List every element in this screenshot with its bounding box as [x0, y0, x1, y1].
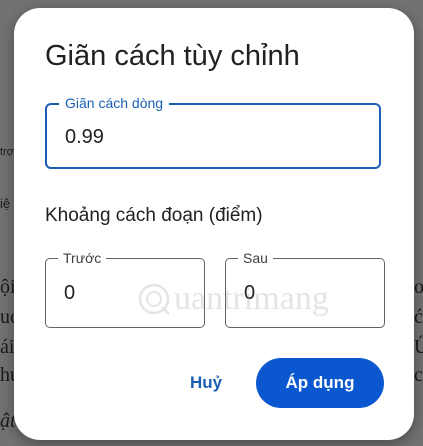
spacing-before-field[interactable]: Trước 0 — [45, 250, 205, 328]
background-text-fragment: Ű — [414, 336, 423, 358]
cancel-button[interactable]: Huỷ — [176, 358, 236, 408]
spacing-after-input[interactable]: 0 — [244, 282, 255, 305]
background-text-fragment: iệ — [0, 196, 11, 211]
spacing-before-label: Trước — [58, 250, 107, 266]
paragraph-spacing-label: Khoảng cách đoạn (điểm) — [45, 205, 263, 226]
background-text-fragment: o — [414, 276, 423, 298]
background-text-fragment: ái — [0, 336, 15, 358]
line-spacing-field[interactable]: Giãn cách dòng 0.99 — [45, 95, 381, 169]
spacing-after-label: Sau — [238, 250, 273, 266]
spacing-after-field[interactable]: Sau 0 — [225, 250, 385, 328]
apply-button[interactable]: Áp dụng — [256, 358, 384, 408]
custom-spacing-dialog: Giãn cách tùy chỉnh Giãn cách dòng 0.99 … — [14, 8, 414, 440]
dialog-title: Giãn cách tùy chỉnh — [45, 40, 300, 72]
background-text-fragment: ć — [414, 306, 423, 328]
background-text-fragment: c — [414, 364, 423, 386]
spacing-before-input[interactable]: 0 — [64, 282, 75, 305]
line-spacing-input[interactable]: 0.99 — [65, 126, 104, 149]
background-text-fragment: trợ — [0, 146, 14, 158]
line-spacing-label: Giãn cách dòng — [59, 95, 170, 111]
